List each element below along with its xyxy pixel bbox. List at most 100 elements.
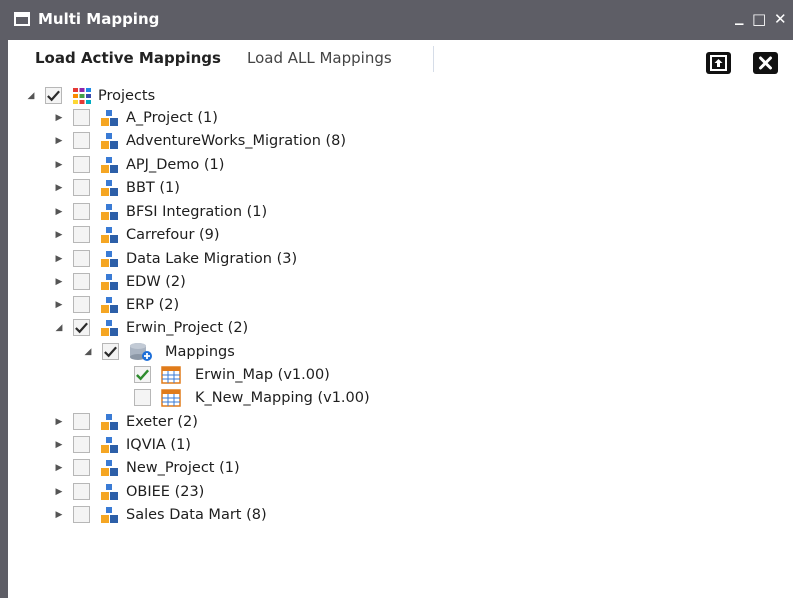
checkbox[interactable]	[73, 273, 90, 290]
tree-item-adventureworks-migration[interactable]: ▶ AdventureWorks_Migration (8)	[53, 129, 346, 152]
tree-item-new-project[interactable]: ▶ New_Project (1)	[53, 456, 240, 479]
expand-arrow-icon[interactable]: ▶	[53, 440, 65, 450]
close-window-button[interactable]: ✕	[774, 9, 787, 29]
expand-arrow-icon[interactable]: ▶	[53, 113, 65, 123]
tree-label: Mappings	[165, 343, 235, 360]
project-icon	[101, 203, 118, 220]
tree-label: ERP (2)	[126, 296, 180, 313]
project-icon	[101, 483, 118, 500]
tree-item-data-lake-migration[interactable]: ▶ Data Lake Migration (3)	[53, 247, 297, 270]
expand-arrow-icon[interactable]: ▶	[53, 254, 65, 264]
maximize-button[interactable]: □	[752, 9, 766, 29]
upload-icon	[710, 55, 727, 71]
checkbox[interactable]	[73, 203, 90, 220]
tree-label: New_Project (1)	[126, 459, 240, 476]
collapse-arrow-icon[interactable]: ◢	[82, 347, 94, 357]
tree-item-edw[interactable]: ▶ EDW (2)	[53, 270, 186, 293]
project-icon	[101, 459, 118, 476]
multi-mapping-window: Multi Mapping _ □ ✕ Load Active Mappings…	[0, 0, 793, 598]
checkbox[interactable]	[73, 459, 90, 476]
project-icon	[101, 506, 118, 523]
project-icon	[101, 109, 118, 126]
tree-label: Carrefour (9)	[126, 226, 220, 243]
collapse-arrow-icon[interactable]: ◢	[53, 323, 65, 333]
window-title: Multi Mapping	[38, 10, 160, 28]
expand-arrow-icon[interactable]: ▶	[53, 277, 65, 287]
tree-label: Exeter (2)	[126, 413, 198, 430]
tree-item-bbt[interactable]: ▶ BBT (1)	[53, 176, 180, 199]
tree-item-obiee[interactable]: ▶ OBIEE (23)	[53, 480, 204, 503]
tab-load-active-mappings[interactable]: Load Active Mappings	[35, 49, 221, 67]
checkbox[interactable]	[73, 296, 90, 313]
toolbar: Load Active Mappings Load ALL Mappings	[8, 40, 793, 76]
checkbox[interactable]	[73, 319, 90, 336]
collapse-arrow-icon[interactable]: ◢	[25, 91, 37, 101]
tree-label: APJ_Demo (1)	[126, 156, 225, 173]
checkbox[interactable]	[73, 132, 90, 149]
tree-label: BBT (1)	[126, 179, 180, 196]
tree-label: K_New_Mapping (v1.00)	[195, 389, 370, 406]
export-button[interactable]	[706, 52, 731, 74]
tree-label: Projects	[98, 87, 156, 104]
checkbox[interactable]	[73, 413, 90, 430]
checkbox[interactable]	[73, 226, 90, 243]
checkbox[interactable]	[73, 483, 90, 500]
tree-label: IQVIA (1)	[126, 436, 191, 453]
close-icon	[759, 56, 772, 70]
expand-arrow-icon[interactable]: ▶	[53, 487, 65, 497]
project-icon	[101, 296, 118, 313]
minimize-button[interactable]: _	[735, 6, 744, 26]
expand-arrow-icon[interactable]: ▶	[53, 417, 65, 427]
expand-arrow-icon[interactable]: ▶	[53, 207, 65, 217]
tree-item-erp[interactable]: ▶ ERP (2)	[53, 293, 179, 316]
checkbox[interactable]	[102, 343, 119, 360]
tree-item-erwin-project[interactable]: ◢ Erwin_Project (2)	[53, 316, 248, 339]
left-border	[0, 0, 8, 598]
project-icon	[101, 226, 118, 243]
checkbox[interactable]	[73, 250, 90, 267]
mapping-table-icon	[161, 388, 181, 407]
tab-divider	[433, 46, 434, 72]
expand-arrow-icon[interactable]: ▶	[53, 510, 65, 520]
project-icon	[101, 436, 118, 453]
expand-arrow-icon[interactable]: ▶	[53, 230, 65, 240]
tree-label: Erwin_Project (2)	[126, 319, 249, 336]
tab-load-all-mappings[interactable]: Load ALL Mappings	[247, 49, 392, 67]
checkbox[interactable]	[73, 156, 90, 173]
close-panel-button[interactable]	[753, 52, 778, 74]
database-icon	[130, 342, 152, 361]
tree-label: Erwin_Map (v1.00)	[195, 366, 330, 383]
checkbox-projects[interactable]	[45, 87, 62, 104]
tree-item-iqvia[interactable]: ▶ IQVIA (1)	[53, 433, 191, 456]
checkbox[interactable]	[73, 436, 90, 453]
expand-arrow-icon[interactable]: ▶	[53, 183, 65, 193]
expand-arrow-icon[interactable]: ▶	[53, 463, 65, 473]
checkbox[interactable]	[73, 506, 90, 523]
tree-label: Data Lake Migration (3)	[126, 250, 298, 267]
title-bar[interactable]: Multi Mapping _ □ ✕	[0, 0, 793, 40]
checkbox[interactable]	[73, 179, 90, 196]
project-icon	[101, 156, 118, 173]
tree-item-bfsi-integration[interactable]: ▶ BFSI Integration (1)	[53, 200, 267, 223]
tree-item-apj-demo[interactable]: ▶ APJ_Demo (1)	[53, 153, 224, 176]
project-icon	[101, 413, 118, 430]
expand-arrow-icon[interactable]: ▶	[53, 160, 65, 170]
checkbox[interactable]	[73, 109, 90, 126]
checkbox[interactable]	[134, 366, 151, 383]
expand-arrow-icon[interactable]: ▶	[53, 136, 65, 146]
tree-item-k-new-mapping[interactable]: K_New_Mapping (v1.00)	[134, 386, 370, 409]
expand-arrow-icon[interactable]: ▶	[53, 300, 65, 310]
tree-item-exeter[interactable]: ▶ Exeter (2)	[53, 410, 198, 433]
project-tree: ◢ Projects ▶ A_Project (1) ▶ AdventureWo…	[8, 84, 793, 598]
tree-item-carrefour[interactable]: ▶ Carrefour (9)	[53, 223, 220, 246]
tree-root-projects[interactable]: ◢ Projects	[25, 84, 155, 107]
tree-item-a-project[interactable]: ▶ A_Project (1)	[53, 106, 218, 129]
tree-item-sales-data-mart[interactable]: ▶ Sales Data Mart (8)	[53, 503, 267, 526]
tree-item-erwin-map[interactable]: Erwin_Map (v1.00)	[134, 363, 330, 386]
project-icon	[101, 250, 118, 267]
project-icon	[101, 179, 118, 196]
tree-item-mappings-folder[interactable]: ◢ Mappings	[82, 340, 235, 363]
tree-label: Sales Data Mart (8)	[126, 506, 267, 523]
checkbox[interactable]	[134, 389, 151, 406]
project-icon	[101, 132, 118, 149]
